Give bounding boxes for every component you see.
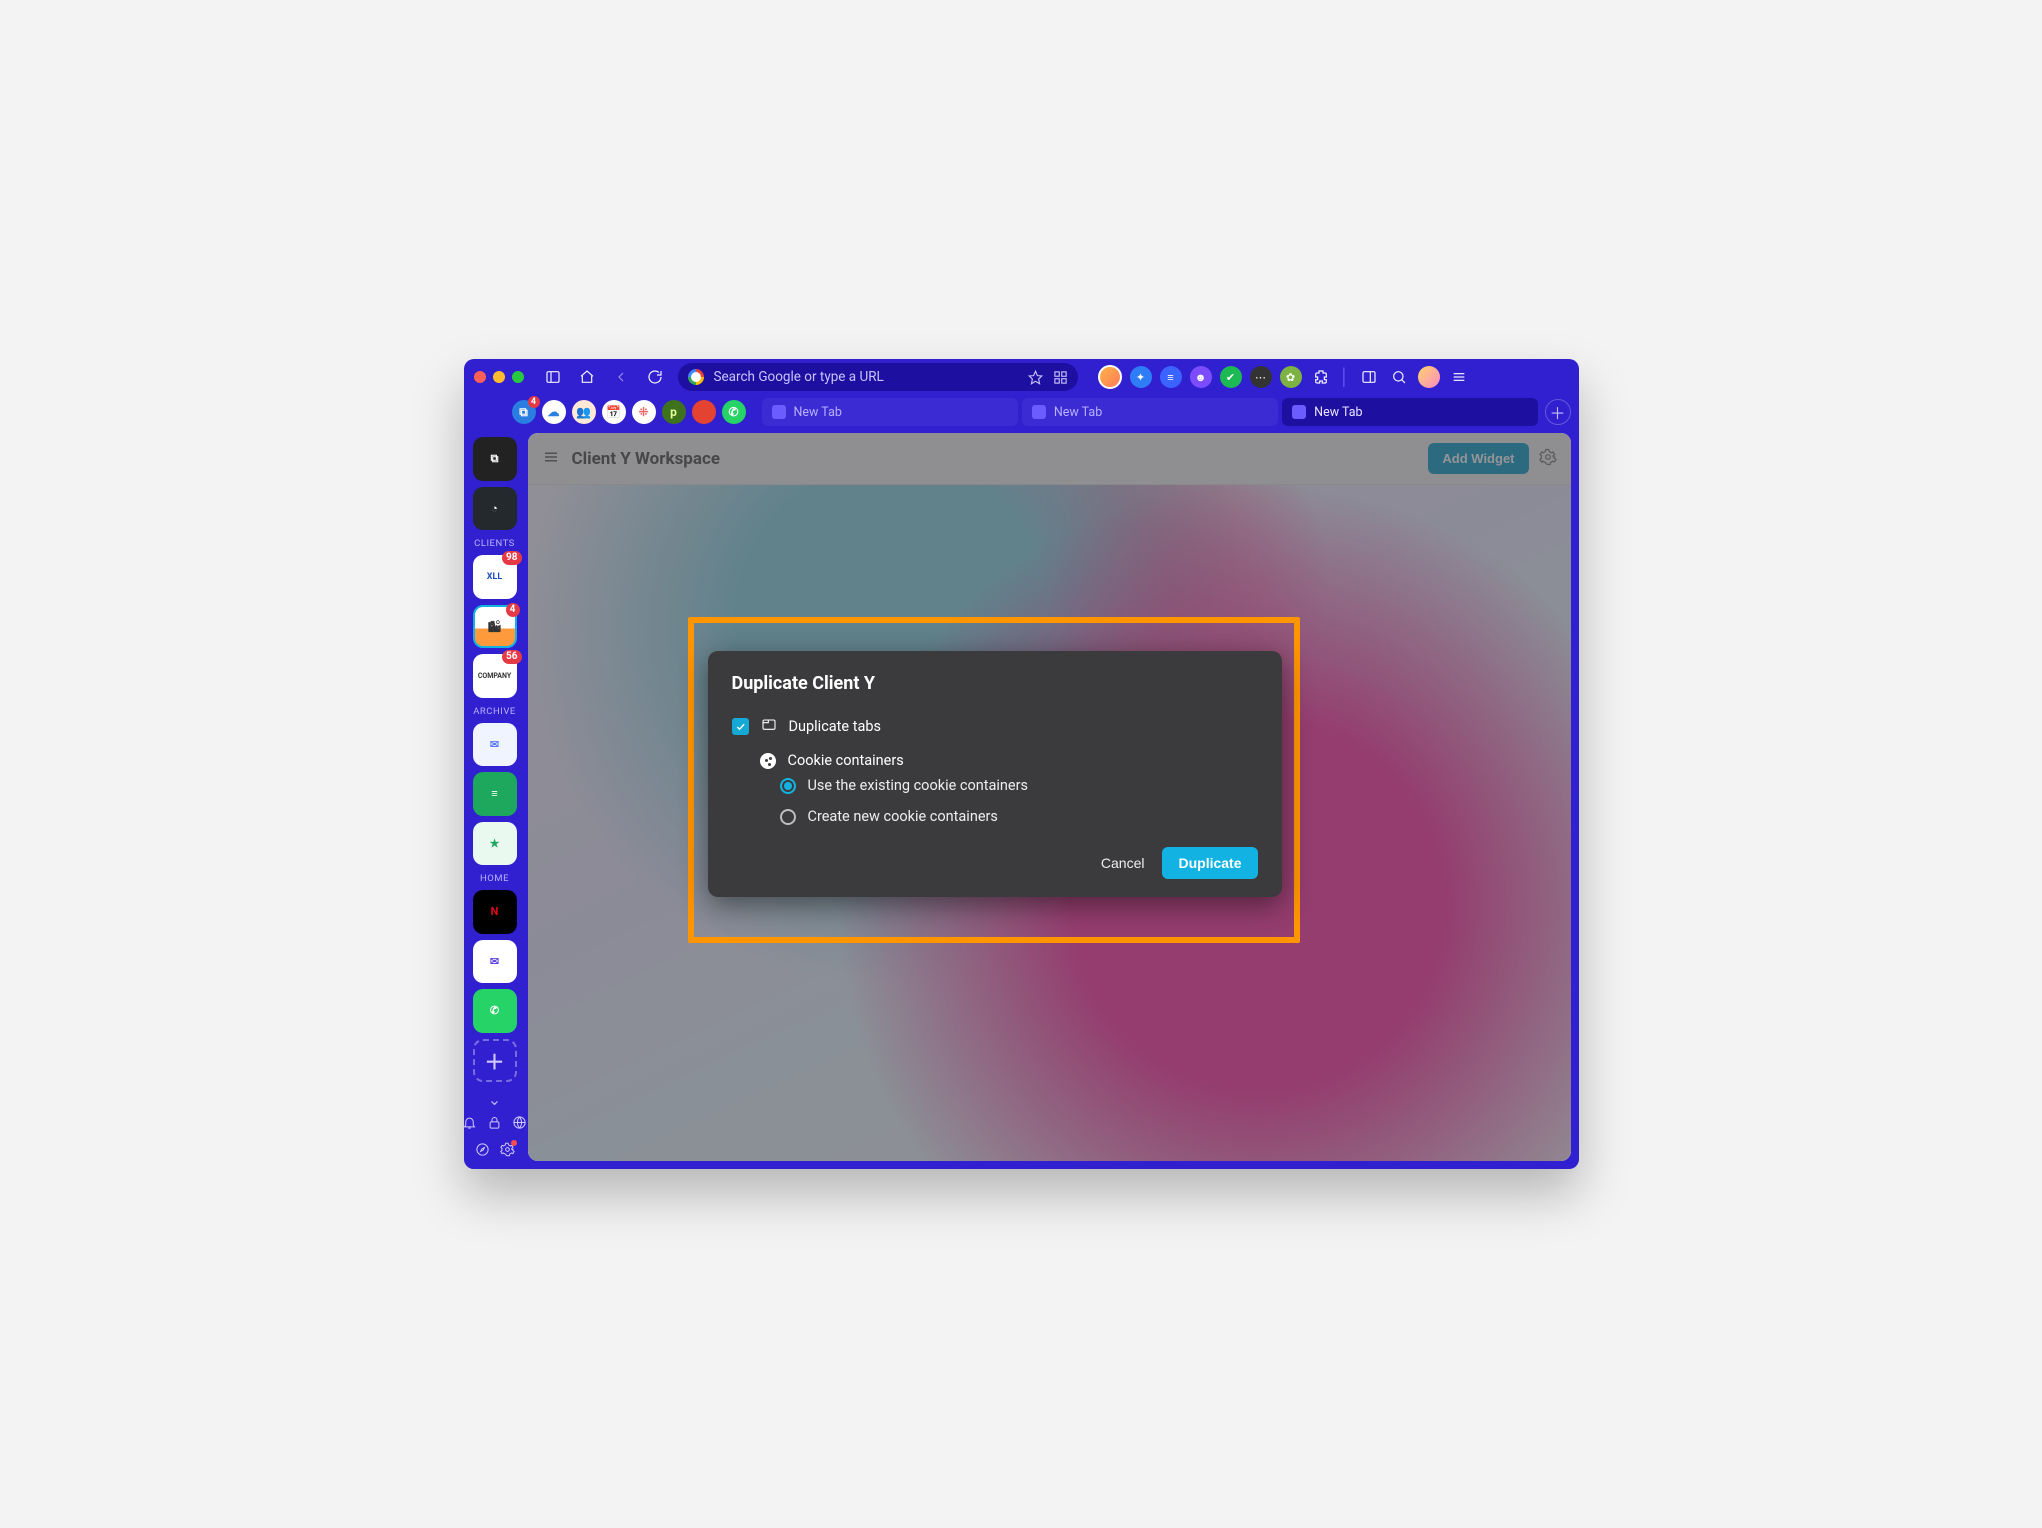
ext-6[interactable]: ✿ [1280, 366, 1302, 388]
sidebar-home-mail[interactable]: ✉ [473, 940, 517, 984]
titlebar: Search Google or type a URL ✦ ≡ ☻ ✔ ⋯ ✿ … [464, 359, 1579, 395]
panel-icon[interactable] [1358, 366, 1380, 388]
cookie-containers-label: Cookie containers [788, 752, 904, 769]
window-controls [474, 371, 524, 383]
radio-group: Use the existing cookie containers Creat… [780, 777, 1258, 825]
pinned-app-cloud[interactable]: ☁ [542, 400, 566, 424]
radio-unchecked-icon [780, 809, 796, 825]
radio-label: Use the existing cookie containers [808, 777, 1029, 794]
body: ⧉ ◔ CLIENTS XLL98 🏙4 COMPANY56 ARCHIVE ✉… [464, 433, 1579, 1169]
close-window-button[interactable] [474, 371, 486, 383]
ext-5[interactable]: ⋯ [1250, 366, 1272, 388]
sidebar-client-3[interactable]: COMPANY56 [473, 654, 517, 698]
pinned-app-vscode[interactable]: ⧉4 [512, 400, 536, 424]
search-icon[interactable] [1388, 366, 1410, 388]
badge: 4 [528, 396, 540, 408]
star-icon[interactable] [1028, 370, 1043, 385]
favicon [1032, 405, 1046, 419]
left-sidebar: ⧉ ◔ CLIENTS XLL98 🏙4 COMPANY56 ARCHIVE ✉… [464, 433, 526, 1169]
checkbox-checked-icon[interactable] [732, 718, 749, 735]
ext-1[interactable]: ✦ [1130, 366, 1152, 388]
modal-title: Duplicate Client Y [732, 673, 1258, 694]
tabbar: ⧉4 ☁ 👥 📅 ⁜ p ✆ New Tab New Tab New Tab ＋ [464, 395, 1579, 433]
sidebar-app-github[interactable]: ◔ [473, 487, 517, 531]
sidebar-section-archive: ARCHIVE [473, 706, 516, 717]
pinned-app-todoist[interactable] [692, 400, 716, 424]
sidebar-toggle-icon[interactable] [542, 366, 564, 388]
menu-icon[interactable] [1448, 366, 1470, 388]
profile-avatar[interactable] [1418, 366, 1440, 388]
cookie-containers-row: Cookie containers [760, 752, 1258, 769]
tabs: New Tab New Tab New Tab [762, 398, 1539, 426]
compass-icon[interactable] [475, 1142, 490, 1161]
sidebar-client-2[interactable]: 🏙4 [473, 605, 517, 649]
chevron-down-icon[interactable]: ⌄ [488, 1090, 501, 1109]
sidebar-home-netflix[interactable]: N [473, 890, 517, 934]
maximize-window-button[interactable] [512, 371, 524, 383]
settings-icon[interactable] [500, 1142, 515, 1161]
lock-icon[interactable] [487, 1115, 502, 1134]
radio-checked-icon [780, 778, 796, 794]
cookie-icon [760, 753, 776, 769]
qr-icon[interactable] [1053, 370, 1068, 385]
ext-2[interactable]: ≡ [1160, 366, 1182, 388]
minimize-window-button[interactable] [493, 371, 505, 383]
address-placeholder: Search Google or type a URL [714, 369, 884, 385]
duplicate-tabs-label: Duplicate tabs [789, 718, 881, 735]
duplicate-tabs-row[interactable]: Duplicate tabs [732, 716, 1258, 736]
tab-label: New Tab [794, 405, 842, 420]
back-icon[interactable] [610, 366, 632, 388]
tab-2[interactable]: New Tab [1022, 398, 1278, 426]
cancel-button[interactable]: Cancel [1101, 855, 1145, 871]
radio-use-existing[interactable]: Use the existing cookie containers [780, 777, 1258, 794]
sidebar-archive-messenger[interactable]: ✉ [473, 723, 517, 767]
sidebar-archive-star[interactable]: ★ [473, 822, 517, 866]
modal-buttons: Cancel Duplicate [732, 847, 1258, 879]
content-area: Client Y Workspace Add Widget Duplicate … [528, 433, 1571, 1161]
pinned-app-p[interactable]: p [662, 400, 686, 424]
ext-4[interactable]: ✔ [1220, 366, 1242, 388]
pinned-app-people[interactable]: 👥 [572, 400, 596, 424]
sidebar-add-workspace[interactable]: ＋ [473, 1039, 517, 1083]
pinned-app-whatsapp[interactable]: ✆ [722, 400, 746, 424]
tab-3[interactable]: New Tab [1282, 398, 1538, 426]
favicon [1292, 405, 1306, 419]
tab-label: New Tab [1314, 405, 1362, 420]
tab-1[interactable]: New Tab [762, 398, 1018, 426]
google-icon [688, 369, 704, 385]
pinned-app-calendar[interactable]: 📅 [602, 400, 626, 424]
pinned-apps: ⧉4 ☁ 👥 📅 ⁜ p ✆ [512, 400, 746, 424]
sidebar-footer [464, 1115, 528, 1161]
sidebar-home-whatsapp[interactable]: ✆ [473, 989, 517, 1033]
ext-avatar[interactable] [1098, 365, 1122, 389]
duplicate-button[interactable]: Duplicate [1162, 847, 1257, 879]
sidebar-section-clients: CLIENTS [474, 538, 515, 549]
duplicate-modal: Duplicate Client Y Duplicate tabs Cookie… [708, 651, 1282, 897]
sidebar-client-1[interactable]: XLL98 [473, 555, 517, 599]
reload-icon[interactable] [644, 366, 666, 388]
globe-icon[interactable] [512, 1115, 527, 1134]
sidebar-app-vscode[interactable]: ⧉ [473, 437, 517, 481]
sidebar-archive-feedly[interactable]: ≡ [473, 772, 517, 816]
tab-label: New Tab [1054, 405, 1102, 420]
radio-label: Create new cookie containers [808, 808, 998, 825]
extensions-row: ✦ ≡ ☻ ✔ ⋯ ✿ │ [1098, 365, 1470, 389]
home-icon[interactable] [576, 366, 598, 388]
extensions-icon[interactable] [1310, 366, 1332, 388]
address-bar[interactable]: Search Google or type a URL [678, 363, 1078, 391]
new-tab-button[interactable]: ＋ [1545, 399, 1571, 425]
pinned-app-asana[interactable]: ⁜ [632, 400, 656, 424]
tabs-icon [761, 716, 777, 736]
bell-icon[interactable] [464, 1115, 478, 1134]
favicon [772, 405, 786, 419]
sidebar-section-home: HOME [480, 873, 509, 884]
radio-create-new[interactable]: Create new cookie containers [780, 808, 1258, 825]
ext-3[interactable]: ☻ [1190, 366, 1212, 388]
browser-window: Search Google or type a URL ✦ ≡ ☻ ✔ ⋯ ✿ … [464, 359, 1579, 1169]
